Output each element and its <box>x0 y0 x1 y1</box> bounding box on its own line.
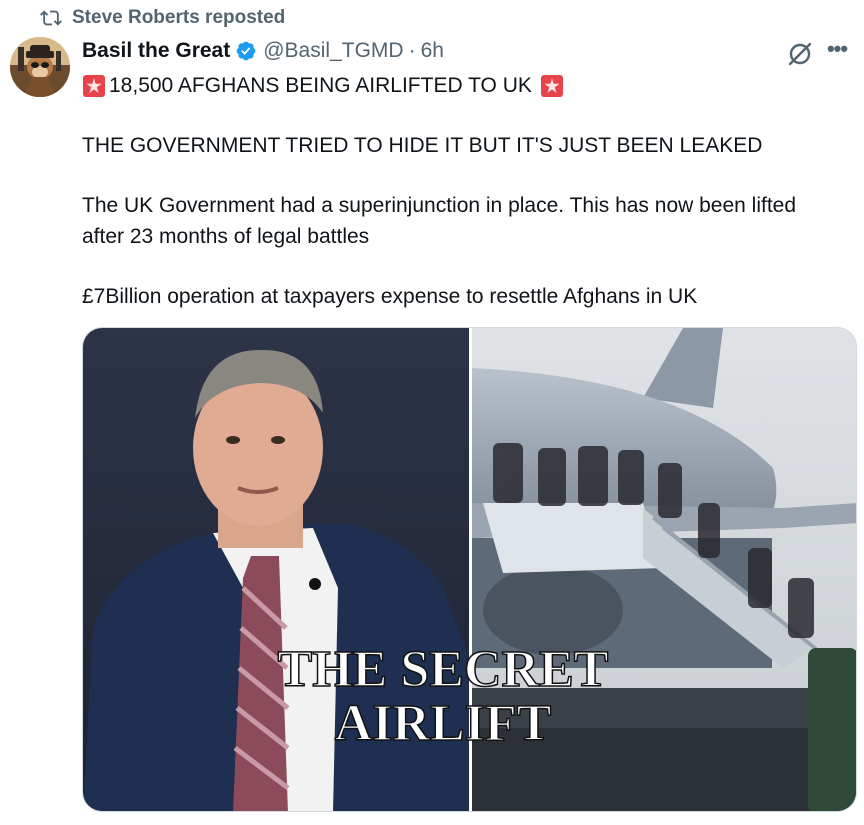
avatar[interactable] <box>10 37 70 97</box>
more-options-icon[interactable]: ••• <box>822 38 852 66</box>
tweet-line-2: THE GOVERNMENT TRIED TO HIDE IT BUT IT'S… <box>82 134 763 157</box>
tweet-media[interactable]: THE SECRET AIRLIFT <box>82 327 857 812</box>
repost-icon <box>40 10 62 26</box>
repost-indicator[interactable]: Steve Roberts reposted <box>40 6 285 30</box>
handle[interactable]: @Basil_TGMD <box>263 39 403 63</box>
display-name[interactable]: Basil the Great <box>82 39 230 63</box>
timestamp[interactable]: 6h <box>421 39 444 63</box>
police-light-emoji-icon <box>540 74 563 97</box>
grok-icon[interactable] <box>786 40 814 68</box>
tweet-headline: 18,500 AFGHANS BEING AIRLIFTED TO UK <box>109 74 532 97</box>
police-light-emoji-icon <box>83 74 105 97</box>
tweet-line-3: The UK Government had a superinjunction … <box>82 194 797 248</box>
overlay-title-line-1: THE SECRET <box>278 641 609 698</box>
avatar-illustration <box>10 37 70 97</box>
verified-badge-icon <box>236 41 256 61</box>
tweet-headline-line: 18,500 AFGHANS BEING AIRLIFTED TO UK <box>82 70 842 101</box>
media-image: THE SECRET AIRLIFT <box>83 328 856 811</box>
repost-label: Steve Roberts reposted <box>72 7 286 28</box>
tweet-header: Basil the Great @Basil_TGMD · 6h <box>82 36 444 66</box>
separator-dot: · <box>408 39 416 62</box>
tweet-line-4: £7Billion operation at taxpayers expense… <box>82 285 698 308</box>
tweet-body: 18,500 AFGHANS BEING AIRLIFTED TO UK THE… <box>82 70 842 312</box>
overlay-title-line-2: AIRLIFT <box>335 695 552 752</box>
